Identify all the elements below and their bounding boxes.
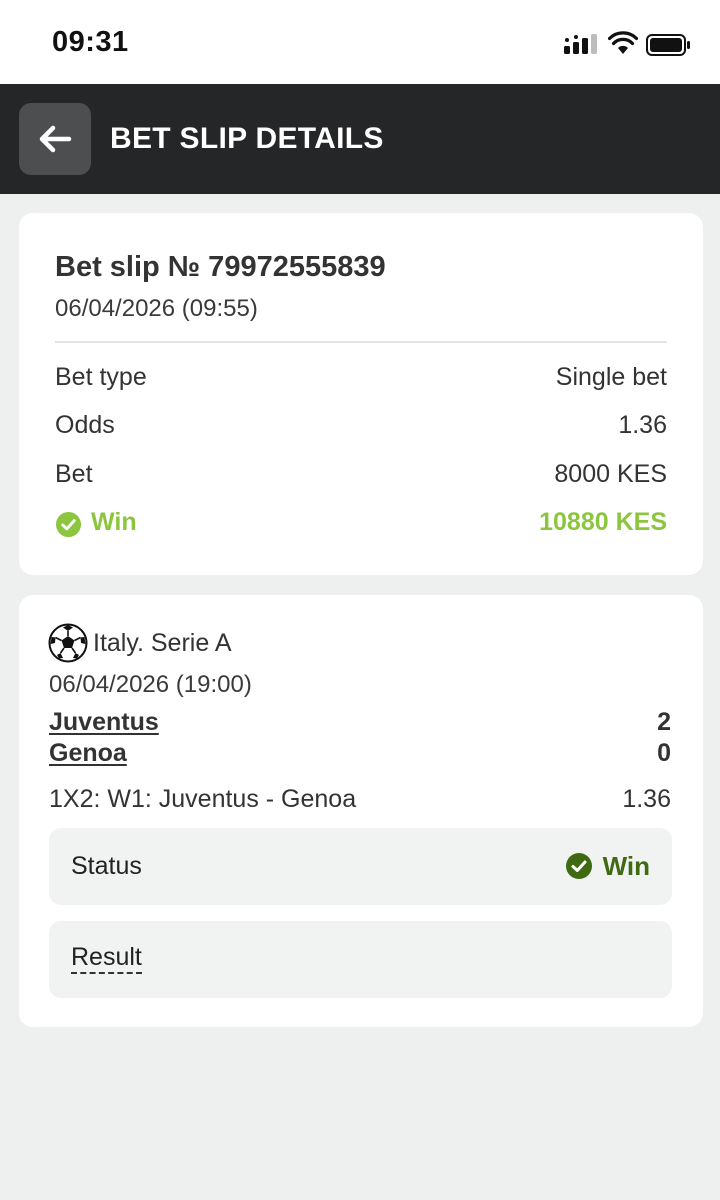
- odds-label: Odds: [55, 411, 115, 439]
- status-label: Status: [71, 852, 142, 880]
- win-row: Win 10880 KES: [55, 508, 667, 542]
- result-toggle[interactable]: Result: [71, 943, 142, 974]
- league-name: Italy. Serie A: [93, 629, 232, 657]
- bet-slip-number: Bet slip № 79972555839: [55, 251, 386, 283]
- event-date: 06/04/2026 (19:00): [49, 671, 252, 698]
- bet-type-row: Bet type Single bet: [55, 363, 667, 397]
- status-bar: 09:31: [0, 0, 720, 84]
- status-panel: Status Win: [49, 828, 672, 905]
- status-value-text: Win: [602, 851, 650, 881]
- page-title: BET SLIP DETAILS: [110, 122, 384, 155]
- check-circle-icon: [565, 853, 592, 879]
- arrow-left-icon: [39, 125, 72, 153]
- result-panel[interactable]: Result: [49, 921, 672, 998]
- bet-amount-row: Bet 8000 KES: [55, 460, 667, 494]
- home-score: 2: [657, 708, 671, 736]
- soccer-ball-icon: [48, 623, 88, 663]
- away-score: 0: [657, 739, 671, 767]
- event-card: Italy. Serie A 06/04/2026 (19:00) Juvent…: [19, 595, 703, 1027]
- divider: [55, 341, 667, 343]
- win-amount: 10880 KES: [539, 508, 667, 536]
- win-label: Win: [91, 508, 137, 536]
- battery-icon: [646, 34, 690, 56]
- odds-value: 1.36: [618, 411, 667, 439]
- status-time: 09:31: [52, 26, 129, 58]
- odds-row: Odds 1.36: [55, 411, 667, 445]
- bet-amount-label: Bet: [55, 460, 93, 488]
- status-value: Win: [565, 851, 650, 882]
- bet-type-label: Bet type: [55, 363, 147, 391]
- bet-type-value: Single bet: [555, 363, 667, 391]
- bet-summary-card: Bet slip № 79972555839 06/04/2026 (09:55…: [19, 213, 703, 575]
- home-team-link[interactable]: Juventus: [49, 708, 159, 737]
- wifi-icon: [608, 31, 638, 54]
- app-header: BET SLIP DETAILS: [0, 84, 720, 194]
- market-odds: 1.36: [622, 785, 671, 813]
- market-selection: 1X2: W1: Juventus - Genoa: [49, 785, 357, 813]
- away-team-link[interactable]: Genoa: [49, 739, 127, 768]
- signal-icon: [564, 34, 597, 54]
- back-button[interactable]: [19, 103, 91, 175]
- bet-slip-date: 06/04/2026 (09:55): [55, 295, 258, 322]
- bet-amount-value: 8000 KES: [554, 460, 667, 488]
